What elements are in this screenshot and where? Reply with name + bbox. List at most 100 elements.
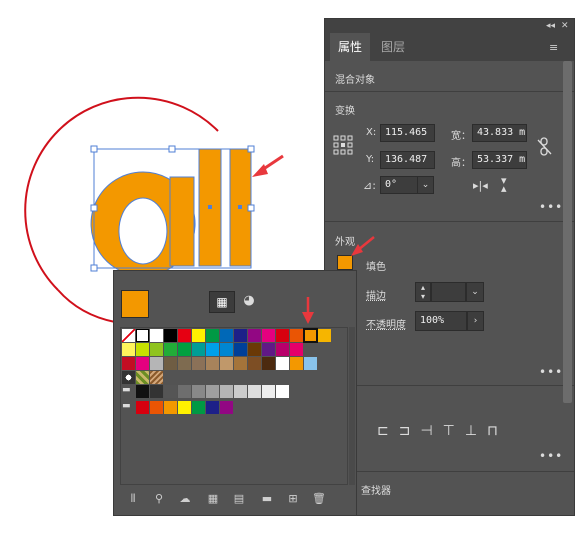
color-group-icon[interactable]: ▤ <box>232 492 246 505</box>
swatches-mode-icon[interactable]: ▦ <box>209 291 235 313</box>
delete-swatch-icon[interactable]: 🗑 <box>312 492 326 505</box>
stroke-weight-input[interactable] <box>431 282 466 302</box>
x-input[interactable]: 115.465 <box>380 124 435 142</box>
swatch[interactable] <box>304 357 317 370</box>
swatch[interactable] <box>178 385 191 398</box>
y-input[interactable]: 136.487 <box>380 151 435 169</box>
swatch[interactable] <box>234 385 247 398</box>
swatch[interactable] <box>220 329 233 342</box>
swatch[interactable] <box>164 401 177 414</box>
swatch[interactable] <box>220 343 233 356</box>
swatch[interactable] <box>178 401 191 414</box>
swatch[interactable] <box>234 343 247 356</box>
swatch[interactable] <box>262 385 275 398</box>
swatch[interactable] <box>164 357 177 370</box>
swatch[interactable] <box>290 329 303 342</box>
swatch[interactable] <box>206 401 219 414</box>
cloud-library-icon[interactable]: ☁ <box>178 492 192 505</box>
height-input[interactable]: 53.337 m <box>472 151 527 169</box>
swatch[interactable] <box>262 329 275 342</box>
swatch-pattern[interactable] <box>150 371 163 384</box>
close-icon[interactable]: ✕ <box>561 19 569 33</box>
swatch-pattern[interactable] <box>122 371 135 384</box>
swatch-registration[interactable] <box>136 329 149 342</box>
swatch[interactable] <box>122 357 135 370</box>
swatch-selected[interactable] <box>303 328 318 343</box>
swatch[interactable] <box>192 357 205 370</box>
swatch[interactable] <box>164 343 177 356</box>
swatch[interactable] <box>206 329 219 342</box>
swatch[interactable] <box>262 343 275 356</box>
tab-properties[interactable]: 属性 <box>330 33 370 61</box>
panel-title-bar[interactable]: ◂◂ ✕ <box>325 19 574 33</box>
swatch-none[interactable] <box>122 329 135 342</box>
opacity-input[interactable]: 100% <box>415 311 467 331</box>
swatch[interactable] <box>150 401 163 414</box>
stroke-weight-dropdown[interactable]: ⌄ <box>466 282 484 302</box>
swatch[interactable] <box>150 343 163 356</box>
angle-input[interactable]: 0° <box>380 176 418 194</box>
new-swatch-icon[interactable]: ⊞ <box>286 492 300 505</box>
swatch[interactable] <box>318 329 331 342</box>
swatch[interactable] <box>248 343 261 356</box>
swatch[interactable] <box>192 385 205 398</box>
align-buttons[interactable]: ⊏⊐⊣⊤⊥⊓ <box>377 423 508 439</box>
swatch-pattern[interactable] <box>136 371 149 384</box>
show-kind-icon[interactable]: ⚲ <box>152 492 166 505</box>
swatch[interactable] <box>234 357 247 370</box>
opacity-label[interactable]: 不透明度 <box>366 316 406 331</box>
swatch[interactable] <box>150 357 163 370</box>
swatch[interactable] <box>150 385 163 398</box>
width-input[interactable]: 43.833 m <box>472 124 527 142</box>
opacity-expand-button[interactable]: › <box>467 311 484 331</box>
swatch[interactable] <box>206 357 219 370</box>
swatch[interactable] <box>136 385 149 398</box>
swatch-scrollbar[interactable] <box>349 327 355 485</box>
swatch[interactable] <box>262 357 275 370</box>
swatch[interactable] <box>136 343 149 356</box>
letter-a[interactable] <box>90 171 196 277</box>
new-folder-icon[interactable]: ▬ <box>260 492 274 505</box>
swatch[interactable] <box>164 385 177 398</box>
constrain-proportions-icon[interactable] <box>537 137 553 157</box>
reference-point-icon[interactable] <box>333 135 353 155</box>
angle-dropdown[interactable]: ⌄ <box>417 176 434 194</box>
swatch-library-icon[interactable]: ⫴ <box>126 492 140 506</box>
swatch[interactable] <box>220 357 233 370</box>
swatch-options-icon[interactable]: ▦ <box>206 492 220 505</box>
swatch[interactable] <box>290 343 303 356</box>
swatch[interactable] <box>206 385 219 398</box>
tab-layers[interactable]: 图层 <box>373 33 413 61</box>
swatch[interactable] <box>276 385 289 398</box>
swatch[interactable] <box>206 343 219 356</box>
swatch[interactable] <box>178 329 191 342</box>
flip-horizontal-icon[interactable]: ▸|◂ <box>473 179 488 192</box>
collapse-icon[interactable]: ◂◂ <box>546 19 555 33</box>
swatch[interactable] <box>150 329 163 342</box>
swatch[interactable] <box>276 343 289 356</box>
swatch[interactable] <box>122 343 135 356</box>
align-more-icon[interactable]: ••• <box>539 449 563 463</box>
swatch[interactable] <box>178 357 191 370</box>
swatch[interactable] <box>192 329 205 342</box>
appearance-more-icon[interactable]: ••• <box>539 365 563 379</box>
swatch[interactable] <box>178 343 191 356</box>
swatch[interactable] <box>276 329 289 342</box>
swatch[interactable] <box>290 357 303 370</box>
stroke-weight-stepper[interactable]: ▴ ▾ <box>415 282 431 302</box>
transform-more-icon[interactable]: ••• <box>539 200 563 214</box>
swatch[interactable] <box>192 401 205 414</box>
swatch[interactable] <box>248 357 261 370</box>
swatch[interactable] <box>276 357 289 370</box>
stroke-label[interactable]: 描边 <box>366 287 386 302</box>
flip-vertical-icon[interactable]: ▾ ▴ <box>501 175 507 194</box>
swatch[interactable] <box>220 385 233 398</box>
swatch[interactable] <box>234 329 247 342</box>
swatch[interactable] <box>248 329 261 342</box>
panel-scrollbar[interactable] <box>563 61 572 403</box>
swatch[interactable] <box>192 343 205 356</box>
swatch[interactable] <box>220 401 233 414</box>
swatch[interactable] <box>136 401 149 414</box>
panel-menu-icon[interactable]: ≡ <box>549 41 561 54</box>
swatch[interactable] <box>136 357 149 370</box>
